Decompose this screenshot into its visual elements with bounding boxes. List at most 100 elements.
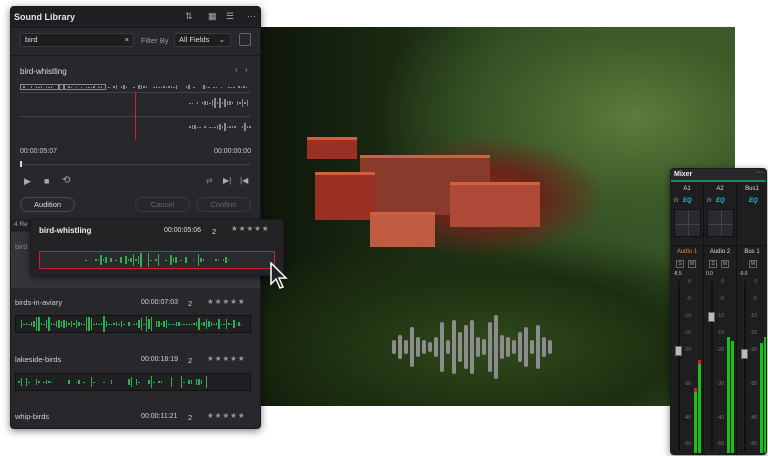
play-icon[interactable]: ▶	[24, 176, 31, 187]
waveform-bar	[120, 86, 122, 88]
waveform-bar	[193, 86, 195, 88]
waveform-bar	[83, 323, 85, 325]
scale-label: -10	[716, 313, 724, 319]
fader-handle[interactable]	[708, 311, 715, 322]
eq-graph[interactable]	[707, 209, 734, 237]
eq-button[interactable]: EQ	[749, 198, 758, 204]
result-row[interactable]: lakeside-birds 00:00:18:19 2 ★★★★★	[11, 350, 260, 400]
mixer-channel-a2: A2 fx EQ Audio 2 S M 0.0 0 -5 -10 -15 -20 -30 -40 -50	[704, 183, 737, 454]
audition-button[interactable]: Audition	[20, 197, 75, 212]
previous-icon[interactable]: ‹	[235, 65, 238, 74]
eq-button[interactable]: EQ	[683, 198, 692, 204]
scale-label: -20	[716, 347, 724, 353]
panel-title: Sound Library	[14, 12, 76, 22]
waveform-bar	[196, 126, 198, 128]
waveform-bar	[215, 86, 217, 88]
house	[370, 212, 435, 247]
rating-stars[interactable]: ★★★★★	[207, 354, 246, 363]
waveform-bar	[145, 86, 147, 88]
rating-stars[interactable]: ★★★★★	[207, 411, 246, 420]
search-input[interactable]: bird ×	[20, 33, 134, 47]
waveform-bar	[43, 381, 45, 383]
loop-icon[interactable]: ⟲	[62, 175, 70, 186]
eq-graph[interactable]	[674, 209, 701, 237]
waveform-bar	[173, 323, 175, 325]
fx-button[interactable]: fx	[707, 198, 712, 204]
waveform-bar	[148, 319, 150, 329]
waveform-bar	[208, 320, 210, 328]
grid-view-icon[interactable]: ▦	[208, 11, 217, 22]
scale-label: -5	[686, 296, 691, 302]
waveform-bar	[158, 86, 160, 88]
waveform-bar	[240, 86, 242, 88]
waveform-bar	[214, 126, 216, 128]
fader-handle[interactable]	[741, 349, 748, 359]
fader-handle[interactable]	[675, 345, 682, 356]
scrubber-handle[interactable]	[20, 161, 22, 167]
more-icon[interactable]: ···	[247, 11, 256, 21]
waveform-bar	[115, 259, 117, 261]
rating-stars[interactable]: ★★★★★	[207, 297, 246, 306]
filter-dropdown[interactable]: All Fields ⌄	[174, 33, 231, 47]
list-view-icon[interactable]: ☰	[226, 11, 234, 22]
waveform-bar	[230, 86, 232, 88]
cancel-button[interactable]: Cancel	[135, 197, 190, 212]
waveform-bar	[213, 323, 215, 325]
waveform-bar	[160, 86, 162, 88]
more-icon[interactable]: ···	[756, 169, 763, 176]
jump-start-icon[interactable]: |◀	[240, 176, 248, 185]
track-name: Audio 2	[709, 249, 731, 255]
drag-preview-popup[interactable]: bird-whistling 00:00:05:06 2 ★★★★★	[30, 219, 284, 276]
clear-search-icon[interactable]: ×	[125, 34, 129, 46]
waveform-bar	[244, 122, 246, 132]
result-row[interactable]: birds-in-aviary 00:00:07:03 2 ★★★★★	[11, 293, 260, 343]
filter-options-button[interactable]	[239, 33, 251, 46]
playhead[interactable]	[135, 92, 136, 140]
sort-icon[interactable]: ⇅	[185, 11, 193, 22]
stop-icon[interactable]: ■	[44, 176, 49, 186]
waveform-bar	[198, 317, 200, 331]
waveform-bar	[45, 380, 47, 384]
solo-button[interactable]: S	[709, 260, 717, 268]
waveform-bar	[452, 320, 456, 374]
waveform-bar	[25, 378, 27, 386]
mute-button[interactable]: M	[721, 260, 729, 268]
fader-track[interactable]	[744, 281, 746, 451]
jump-end-icon[interactable]: ▶|	[223, 176, 231, 185]
waveform-bar	[494, 315, 498, 379]
waveform-bar	[211, 126, 213, 128]
waveform-bar	[183, 323, 185, 325]
waveform-bar	[65, 321, 67, 327]
waveform-bar	[233, 86, 235, 88]
waveform-bar	[225, 256, 227, 264]
waveform-bar	[548, 340, 552, 354]
fader-track[interactable]	[678, 281, 680, 451]
waveform-bar	[123, 85, 125, 89]
waveform-bar	[75, 319, 77, 329]
scale-label: -50	[749, 440, 757, 447]
waveform-bar	[33, 320, 35, 328]
next-icon[interactable]: ›	[245, 65, 248, 74]
mute-button[interactable]: M	[688, 260, 696, 268]
eq-button[interactable]: EQ	[716, 198, 725, 204]
scrubber-track[interactable]	[20, 164, 250, 165]
waveform-bar	[470, 320, 474, 374]
fx-button[interactable]: fx	[674, 198, 679, 204]
mute-button[interactable]: M	[749, 260, 757, 268]
confirm-button[interactable]: Confirm	[196, 197, 251, 212]
waveform-bar	[224, 123, 226, 131]
waveform-bar	[208, 86, 210, 88]
fader-track[interactable]	[711, 281, 713, 451]
result-duration: 00:00:11:21	[141, 413, 178, 420]
result-channels: 2	[188, 413, 193, 422]
waveform-bar	[137, 256, 139, 264]
waveform-bar	[163, 86, 165, 88]
result-row[interactable]: whip-birds 00:00:11:21 2 ★★★★★	[11, 407, 260, 428]
waveform-bar	[160, 381, 162, 383]
insert-icon[interactable]: ⇄	[206, 176, 213, 185]
result-channels: 2	[188, 356, 193, 365]
solo-button[interactable]: S	[676, 260, 684, 268]
waveform-bar	[138, 320, 140, 328]
waveform-bar	[235, 323, 237, 325]
waveform-bar	[93, 381, 95, 383]
